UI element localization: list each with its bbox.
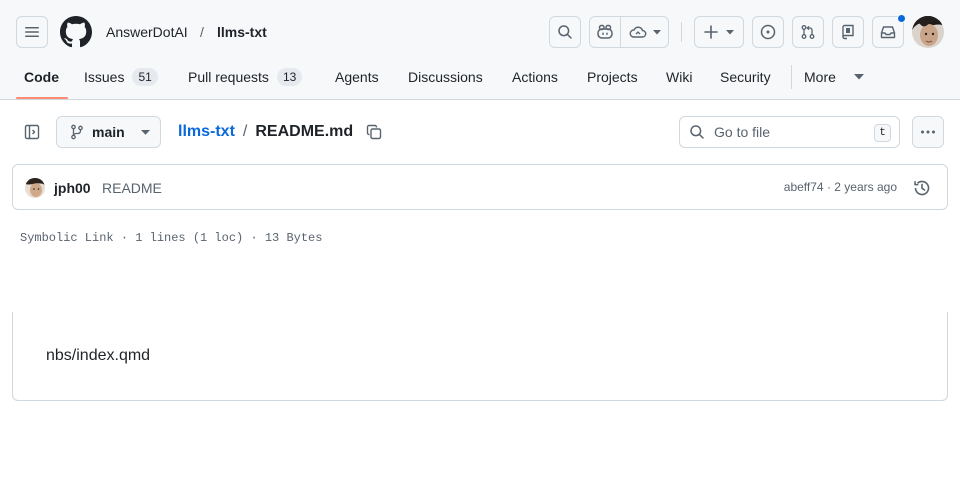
tab-wiki-label: Wiki [666, 69, 693, 85]
search-icon [558, 25, 572, 39]
your-issues-button[interactable] [752, 16, 784, 48]
user-avatar[interactable] [912, 16, 944, 48]
commit-time: 2 years ago [834, 180, 897, 194]
chevron-down-icon [726, 29, 734, 34]
file-info: Symbolic Link · 1 lines (1 loc) · 13 Byt… [20, 231, 323, 245]
kebab-icon [921, 130, 935, 134]
file-breadcrumb: llms-txt / README.md [178, 123, 353, 141]
branch-name: main [92, 124, 125, 140]
tab-issues[interactable]: Issues 51 [84, 68, 158, 86]
tab-code-label: Code [24, 69, 59, 85]
app-header: AnswerDotAI / llms-txt Code Issues 51 Pu… [0, 0, 960, 100]
branch-icon [71, 124, 83, 140]
menu-button[interactable] [16, 16, 48, 48]
tab-code[interactable]: Code [24, 68, 59, 86]
copilot-menu-button[interactable] [621, 17, 668, 47]
history-icon[interactable] [913, 179, 931, 197]
commit-message[interactable]: README [102, 180, 162, 196]
github-logo-icon[interactable] [60, 16, 92, 48]
tab-pull-requests[interactable]: Pull requests 13 [188, 68, 303, 86]
tab-wiki[interactable]: Wiki [666, 68, 692, 86]
tabs-divider [791, 65, 792, 89]
go-to-file-input[interactable]: Go to file t [679, 116, 900, 148]
sidebar-toggle-button[interactable] [16, 116, 48, 148]
latest-commit-bar: jph00 README abeff74 · 2 years ago [12, 164, 948, 210]
commit-author[interactable]: jph00 [54, 180, 91, 196]
copy-path-button[interactable] [364, 122, 384, 142]
tab-security-label: Security [720, 69, 771, 85]
tab-actions[interactable]: Actions [512, 68, 558, 86]
repositories-button[interactable] [832, 16, 864, 48]
commit-author-avatar[interactable] [25, 178, 45, 198]
file-content-panel: nbs/index.qmd [12, 312, 948, 401]
copilot-split-button[interactable] [589, 16, 669, 48]
tab-agents[interactable]: Agents [335, 68, 379, 86]
hamburger-menu-icon [25, 27, 39, 37]
plus-icon [704, 25, 718, 39]
keyboard-shortcut-hint: t [874, 124, 891, 142]
breadcrumb-repo[interactable]: llms-txt [217, 24, 267, 40]
tab-security[interactable]: Security [720, 68, 771, 86]
notification-indicator [897, 14, 906, 23]
tab-discussions[interactable]: Discussions [408, 68, 483, 86]
search-icon [690, 125, 704, 139]
more-options-button[interactable] [912, 116, 944, 148]
tab-discussions-label: Discussions [408, 69, 483, 85]
chevron-down-icon [652, 29, 661, 34]
tab-issues-label: Issues [84, 69, 125, 85]
copy-icon [366, 124, 382, 140]
tab-more-label: More [804, 69, 836, 85]
breadcrumb-owner[interactable]: AnswerDotAI [106, 24, 188, 40]
pull-request-icon [801, 25, 815, 39]
global-nav: AnswerDotAI / llms-txt [0, 0, 960, 62]
your-pull-requests-button[interactable] [792, 16, 824, 48]
file-breadcrumb-filename: README.md [255, 123, 354, 140]
tab-pull-requests-label: Pull requests [188, 69, 269, 85]
create-new-button[interactable] [694, 16, 744, 48]
chevron-down-icon [853, 74, 864, 80]
tab-projects[interactable]: Projects [587, 68, 638, 86]
breadcrumb-separator: / [200, 24, 204, 40]
inbox-icon [880, 26, 896, 39]
commit-meta: abeff74 · 2 years ago [784, 180, 897, 194]
tab-more[interactable]: More [804, 68, 864, 86]
avatar-image [25, 178, 45, 198]
cloud-icon [629, 26, 646, 38]
copilot-button[interactable] [590, 17, 621, 47]
file-breadcrumb-separator: / [242, 123, 248, 140]
issue-icon [760, 24, 776, 40]
nav-divider [681, 22, 682, 42]
sidebar-toggle-icon [24, 124, 40, 140]
symlink-target: nbs/index.qmd [46, 347, 151, 364]
commit-sha[interactable]: abeff74 [784, 180, 824, 194]
search-button[interactable] [549, 16, 581, 48]
avatar-image [912, 16, 944, 48]
tab-projects-label: Projects [587, 69, 638, 85]
pull-requests-count-badge: 13 [276, 68, 303, 86]
go-to-file-placeholder: Go to file [714, 124, 771, 140]
repo-icon [842, 24, 854, 40]
chevron-down-icon [140, 129, 150, 135]
branch-selector[interactable]: main [56, 116, 161, 148]
tab-actions-label: Actions [512, 69, 558, 85]
tab-agents-label: Agents [335, 69, 379, 85]
file-breadcrumb-repo[interactable]: llms-txt [178, 123, 235, 141]
active-tab-indicator [16, 97, 68, 99]
commit-meta-separator: · [823, 180, 835, 194]
issues-count-badge: 51 [132, 68, 158, 86]
copilot-icon [597, 24, 613, 39]
